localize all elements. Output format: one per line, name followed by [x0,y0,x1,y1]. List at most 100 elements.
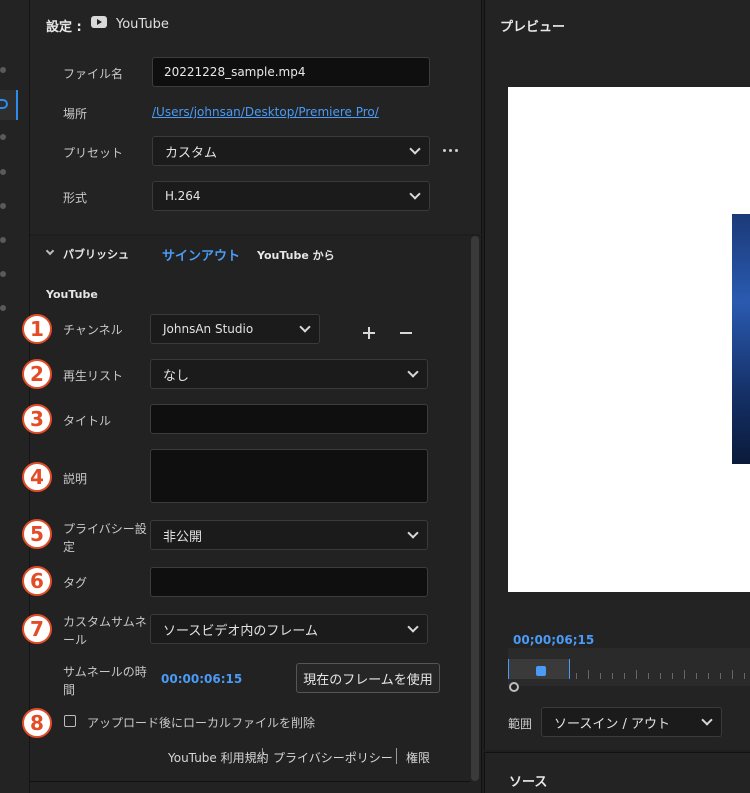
timeline-tick [684,670,685,679]
video-title-input[interactable] [150,404,428,434]
timeline-tick [720,673,721,679]
timeline-tick [576,673,577,679]
destination-name: YouTube [116,17,169,32]
step-marker: 7 [22,614,52,644]
chevron-down-icon [407,366,419,378]
timeline-tick [744,673,745,679]
footer-divider [262,748,263,764]
timeline-tick [624,673,625,679]
privacy-value: 非公開 [163,529,203,545]
timeline-tick [600,673,601,679]
step-marker: 6 [22,566,52,596]
timeline-tick [672,673,673,679]
video-title-label: タイトル [63,414,112,428]
preset-label: プリセット [63,146,124,160]
chevron-down-icon[interactable] [45,246,55,256]
playlist-value: なし [163,368,190,384]
range-select[interactable]: ソースイン / アウト [541,707,722,737]
range-label: 範囲 [508,717,533,731]
format-label: 形式 [63,191,88,205]
thumbnail-time-label-line1: サムネールの時 [63,665,147,679]
timeline-tick [636,670,637,679]
delete-local-label: アップロード後にローカルファイルを削除 [87,716,316,730]
privacy-policy-link[interactable]: プライバシーポリシー [273,749,393,766]
timeline-tick [612,673,613,679]
publish-section-title: パブリッシュ [63,248,129,261]
sign-out-link[interactable]: サインアウト [162,245,240,264]
strip-dot[interactable] [0,305,6,311]
section-divider [30,781,470,782]
step-marker: 1 [22,314,52,344]
timeline-tick [732,670,733,679]
description-label: 説明 [63,472,88,486]
preset-select[interactable]: カスタム [152,136,430,166]
step-marker: 3 [22,404,52,434]
privacy-label-line1: プライバシー設 [63,522,147,536]
delete-local-checkbox[interactable] [64,715,76,727]
permissions-link[interactable]: 権限 [406,749,430,766]
location-link[interactable]: /Users/johnsan/Desktop/Premiere Pro/ [152,105,379,119]
range-value: ソースイン / アウト [554,716,670,732]
tags-label: タグ [63,576,88,590]
playlist-select[interactable]: なし [150,359,428,389]
chevron-down-icon [407,621,419,633]
format-select[interactable]: H.264 [152,181,430,211]
minus-icon[interactable] [400,332,412,334]
preset-value: カスタム [165,145,218,161]
tags-input[interactable] [150,567,428,597]
file-name-label: ファイル名 [63,67,124,81]
strip-dot[interactable] [0,67,6,73]
format-value: H.264 [165,189,201,203]
source-title: ソース [509,775,548,790]
timeline-tick [588,670,589,679]
chevron-down-icon [299,321,311,333]
thumbnail-select[interactable]: ソースビデオ内のフレーム [150,614,428,644]
chevron-down-icon [407,527,419,539]
export-settings-panel: 設定 : YouTube ファイル名 20221228_sample.mp4 場… [30,0,482,234]
scrollbar[interactable] [471,236,479,781]
youtube-group-title: YouTube [46,288,98,301]
preview-frame [508,87,750,592]
use-current-frame-button[interactable]: 現在のフレームを使用 [296,663,440,693]
publish-panel: パブリッシュ サインアウト YouTube から YouTube チャンネル J… [30,236,482,793]
thumbnail-value: ソースビデオ内のフレーム [163,623,318,639]
from-youtube-label: YouTube から [257,249,335,262]
thumbnail-time-label-line2: 間 [63,683,76,697]
file-name-input[interactable]: 20221228_sample.mp4 [152,57,430,87]
chevron-down-icon [701,714,713,726]
strip-dot[interactable] [0,237,6,243]
timeline-tick [648,673,649,679]
source-panel: ソース [484,752,750,793]
terms-link[interactable]: YouTube 利用規約 [168,749,269,766]
step-marker: 8 [22,708,52,738]
strip-dot[interactable] [0,134,6,140]
description-textarea[interactable] [150,449,428,503]
chevron-down-icon [409,143,421,155]
channel-value: JohnsAn Studio [163,322,254,336]
strip-dot[interactable] [0,169,6,175]
playlist-label: 再生リスト [63,369,124,383]
thumbnail-label-line2: ール [63,633,88,647]
settings-title: 設定 : [46,20,82,35]
timeline-tick [696,673,697,679]
step-marker: 4 [22,462,52,492]
timeline-track[interactable] [508,648,750,686]
youtube-icon [91,16,107,28]
plus-icon[interactable] [363,327,375,339]
playhead-handle[interactable] [536,666,546,676]
footer-divider [396,748,397,764]
more-options-icon[interactable] [443,149,461,153]
timeline-tick [708,673,709,679]
privacy-select[interactable]: 非公開 [150,520,428,550]
left-tool-strip [0,0,30,793]
preview-timecode[interactable]: 00;00;06;15 [513,633,594,647]
strip-dot[interactable] [0,271,6,277]
channel-select[interactable]: JohnsAn Studio [150,314,320,344]
chevron-down-icon [409,188,421,200]
preview-title: プレビュー [500,20,566,35]
timeline-start-marker[interactable] [509,682,519,692]
strip-dot[interactable] [0,203,6,209]
preview-video-image [732,214,750,464]
preview-panel: プレビュー 00;00;06;15 範囲 ソースイン / アウト [484,0,750,750]
thumbnail-timecode[interactable]: 00:00:06:15 [161,672,242,686]
